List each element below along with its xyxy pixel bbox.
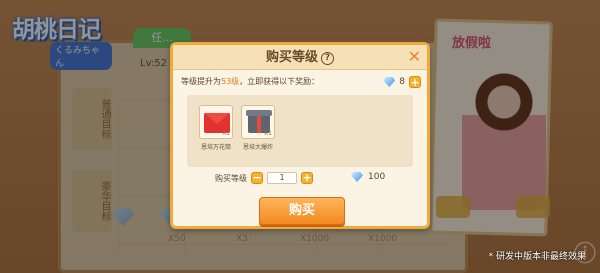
- quantity-stepper: 购买等级 − 1 +: [215, 172, 313, 184]
- total-cost: 100: [351, 172, 385, 182]
- quantity-label: 购买等级: [215, 173, 247, 183]
- level-up-description: 等级提升为53级，立即获得以下奖励：: [181, 76, 319, 87]
- increase-button[interactable]: +: [301, 172, 313, 184]
- close-icon[interactable]: ✕: [408, 47, 421, 67]
- dialog-header: 购买等级?: [173, 45, 427, 70]
- reward-frame: X1: [241, 105, 275, 139]
- reward-list: X1 恩培万花筒 X1 恩培大爆炸: [187, 95, 413, 167]
- reward-name: 恩培大爆炸: [242, 144, 273, 151]
- dialog-title: 购买等级: [265, 50, 318, 65]
- reward-item[interactable]: X1 恩培万花筒: [199, 105, 233, 151]
- diamond-icon: [351, 172, 363, 182]
- target-level: 53级: [221, 77, 240, 86]
- diamond-icon: [383, 77, 396, 87]
- add-diamonds-button[interactable]: +: [409, 76, 421, 88]
- buy-button[interactable]: 购买: [259, 197, 345, 225]
- dev-version-note: * 研发中版本非最终效果: [488, 252, 586, 262]
- decrease-button[interactable]: −: [251, 172, 263, 184]
- buy-level-dialog: 购买等级? ✕ 等级提升为53级，立即获得以下奖励： 8 + X1 恩培万花筒 …: [170, 42, 430, 229]
- reward-quantity: X1: [222, 130, 230, 137]
- balance-value: 8: [399, 77, 405, 87]
- help-icon[interactable]: ?: [321, 52, 334, 65]
- reward-item[interactable]: X1 恩培大爆炸: [241, 105, 275, 151]
- description-suffix: ，立即获得以下奖励：: [239, 77, 320, 86]
- reward-frame: X1: [199, 105, 233, 139]
- diamond-balance: 8 +: [383, 75, 421, 89]
- description-prefix: 等级提升为: [181, 77, 221, 86]
- reward-quantity: X1: [264, 130, 272, 137]
- reward-name: 恩培万花筒: [200, 144, 231, 151]
- cost-value: 100: [368, 172, 386, 182]
- quantity-input[interactable]: 1: [267, 172, 297, 184]
